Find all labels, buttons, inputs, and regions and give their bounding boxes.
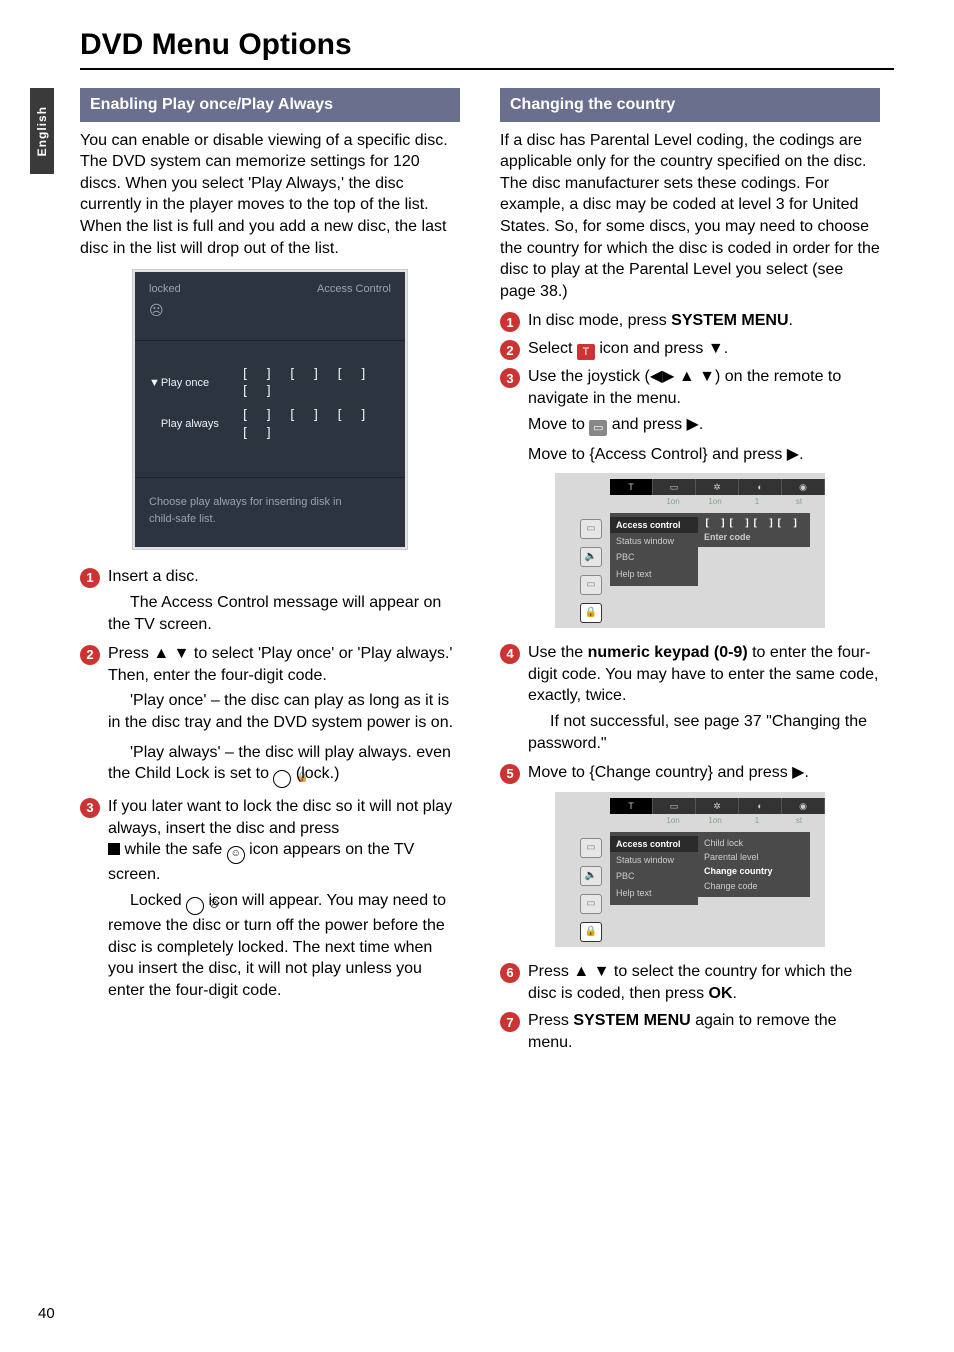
osd-screenshot-enter-code: T ▭ ✲ ◐ ◉ 1on 1on 1 st ▭ 🔈 ▭ 🔒 xyxy=(555,473,825,628)
r-step2: Select T icon and press ▼. xyxy=(528,338,880,360)
page-number: 40 xyxy=(38,1305,55,1322)
country-intro: If a disc has Parental Level coding, the… xyxy=(500,130,880,303)
selector-arrow-icon: ▼ xyxy=(149,376,161,391)
osd2-side-4: 🔒 xyxy=(580,922,602,942)
r-step-badge-1: 1 xyxy=(500,312,520,332)
osd-top-label-4: st xyxy=(778,495,820,509)
r-step1: In disc mode, press SYSTEM MENU. xyxy=(528,310,880,332)
r-step-badge-2: 2 xyxy=(500,340,520,360)
left-step1-sub: The Access Control message will appear o… xyxy=(108,592,460,635)
osd2-tab-icon: T xyxy=(610,798,653,814)
language-tab: English xyxy=(30,88,54,174)
osd2-top-label-1: 1on xyxy=(652,814,694,828)
osd2-menu-0: Access control xyxy=(610,836,698,852)
osd2-right-0: Child lock xyxy=(704,836,804,850)
left-step3-sub: Locked ☹ icon will appear. You may need … xyxy=(108,890,460,1001)
osd-tab-2: ▭ xyxy=(653,479,696,495)
dialog-hint-1: Choose play always for inserting disk in xyxy=(149,494,391,511)
osd-top-label-2: 1on xyxy=(694,495,736,509)
step-badge-3: 3 xyxy=(80,798,100,818)
osd2-menu-2: PBC xyxy=(610,868,698,884)
osd1-right-code: [ ][ ][ ][ ] xyxy=(704,517,804,531)
play-once-code: [ ] [ ] [ ] [ ] xyxy=(241,366,391,401)
left-column: Enabling Play once/Play Always You can e… xyxy=(80,88,460,1057)
play-once-label: Play once xyxy=(161,376,241,391)
osd-top-label-1: 1on xyxy=(652,495,694,509)
dialog-hint-2: child-safe list. xyxy=(149,511,391,528)
r-step5: Move to {Change country} and press ▶. xyxy=(528,762,880,784)
toolbox-icon: T xyxy=(577,344,595,360)
title-rule xyxy=(80,68,894,70)
osd2-top-label-2: 1on xyxy=(694,814,736,828)
play-always-label: Play always xyxy=(161,417,241,432)
left-step1: Insert a disc. xyxy=(108,566,460,588)
section-bar-country: Changing the country xyxy=(500,88,880,122)
osd2-tab-5: ◉ xyxy=(782,798,825,814)
r-step3-sub1: Move to ▭ and press ▶. xyxy=(528,414,880,436)
r-step-badge-3: 3 xyxy=(500,368,520,388)
step-badge-2: 2 xyxy=(80,645,100,665)
dialog-title: Access Control xyxy=(317,282,391,320)
osd2-menu-1: Status window xyxy=(610,852,698,868)
r-step-badge-5: 5 xyxy=(500,764,520,784)
osd-side-1: ▭ xyxy=(580,519,602,539)
osd1-menu-0: Access control xyxy=(610,517,698,533)
play-intro: You can enable or disable viewing of a s… xyxy=(80,130,460,260)
locked-face-icon: ☹ xyxy=(186,897,204,915)
r-step-badge-7: 7 xyxy=(500,1012,520,1032)
osd2-tab-2: ▭ xyxy=(653,798,696,814)
r-step3: Use the joystick (◀▶ ▲ ▼) on the remote … xyxy=(528,366,880,409)
osd2-side-2: 🔈 xyxy=(580,866,602,886)
osd1-menu-1: Status window xyxy=(610,533,698,549)
osd-tab-3: ✲ xyxy=(696,479,739,495)
page-title: DVD Menu Options xyxy=(80,28,894,62)
r-step7: Press SYSTEM MENU again to remove the me… xyxy=(528,1010,880,1053)
osd2-right-2: Change country xyxy=(704,864,804,878)
r-step-badge-6: 6 xyxy=(500,963,520,983)
osd2-right-1: Parental level xyxy=(704,850,804,864)
right-column: Changing the country If a disc has Paren… xyxy=(500,88,880,1057)
r-step4-sub: If not successful, see page 37 "Changing… xyxy=(528,711,880,754)
step-badge-1: 1 xyxy=(80,568,100,588)
osd-side-2: 🔈 xyxy=(580,547,602,567)
osd-tab-icon: T xyxy=(610,479,653,495)
osd1-right-label: Enter code xyxy=(704,531,804,543)
section-bar-play: Enabling Play once/Play Always xyxy=(80,88,460,122)
osd-top-label-3: 1 xyxy=(736,495,778,509)
left-step2-sub1: 'Play once' – the disc can play as long … xyxy=(108,690,460,733)
stop-icon xyxy=(108,843,120,855)
osd-side-4: 🔒 xyxy=(580,603,602,623)
access-control-dialog: locked ☹ Access Control ▼ Play once [ ] … xyxy=(132,269,408,550)
osd-side-3: ▭ xyxy=(580,575,602,595)
osd2-top-label-3: 1 xyxy=(736,814,778,828)
osd2-menu-3: Help text xyxy=(610,885,698,901)
sad-face-icon: ☹ xyxy=(149,301,181,320)
dialog-locked-label: locked xyxy=(149,282,181,297)
left-step3: If you later want to lock the disc so it… xyxy=(108,796,460,886)
play-always-code: [ ] [ ] [ ] [ ] xyxy=(241,407,391,442)
left-step2-sub2: 'Play always' – the disc will play alway… xyxy=(108,742,460,789)
r-step6: Press ▲ ▼ to select the country for whic… xyxy=(528,961,880,1004)
osd-screenshot-country: T ▭ ✲ ◐ ◉ 1on 1on 1 st ▭ 🔈 ▭ 🔒 xyxy=(555,792,825,947)
safe-face-icon: ☺ xyxy=(227,846,245,864)
osd1-menu-2: PBC xyxy=(610,549,698,565)
osd2-right-3: Change code xyxy=(704,879,804,893)
osd2-tab-4: ◐ xyxy=(739,798,782,814)
left-step2: Press ▲ ▼ to select 'Play once' or 'Play… xyxy=(108,643,460,686)
r-step3-sub2: Move to {Access Control} and press ▶. xyxy=(528,444,880,466)
osd2-side-3: ▭ xyxy=(580,894,602,914)
osd2-top-label-4: st xyxy=(778,814,820,828)
r-step-badge-4: 4 xyxy=(500,644,520,664)
feature-box-icon: ▭ xyxy=(589,420,607,436)
osd-tab-4: ◐ xyxy=(739,479,782,495)
osd2-side-1: ▭ xyxy=(580,838,602,858)
osd1-menu-3: Help text xyxy=(610,566,698,582)
osd2-tab-3: ✲ xyxy=(696,798,739,814)
lock-icon: 🔒 xyxy=(273,770,291,788)
r-step4: Use the numeric keypad (0-9) to enter th… xyxy=(528,642,880,707)
osd-tab-5: ◉ xyxy=(782,479,825,495)
